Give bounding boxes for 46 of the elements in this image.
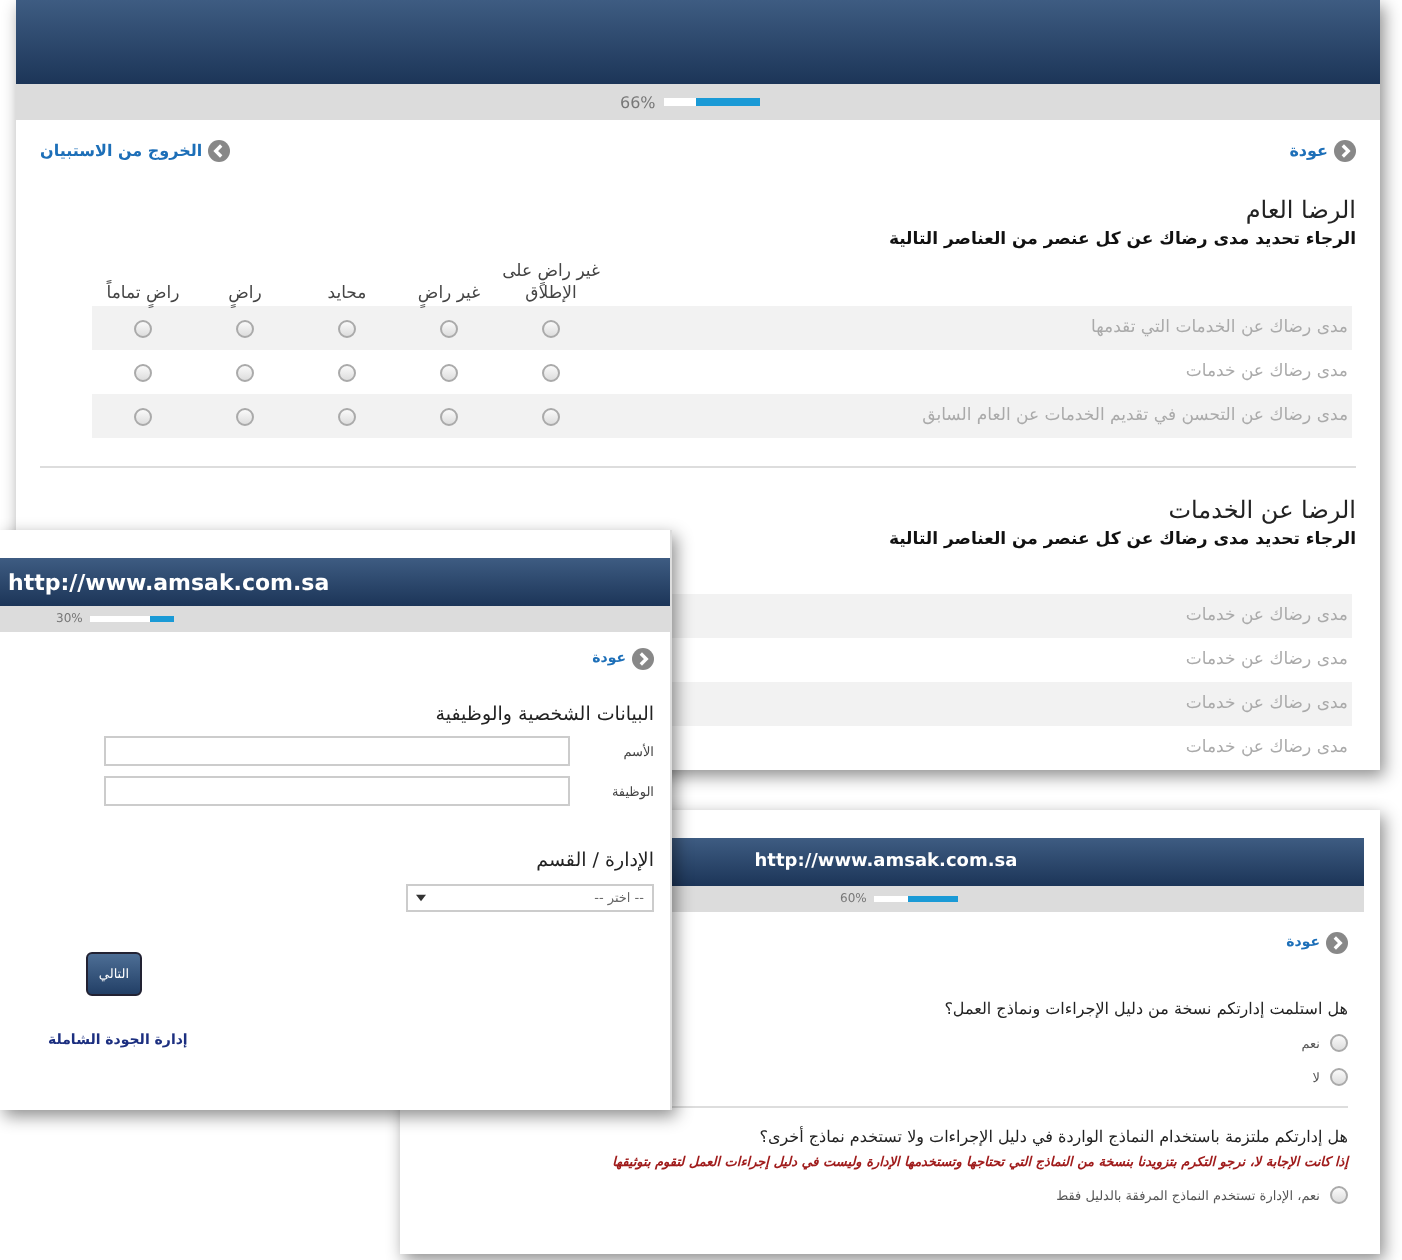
input-field[interactable] xyxy=(104,736,570,766)
radio-button[interactable] xyxy=(440,407,458,426)
section-title: الرضا العام xyxy=(1243,196,1356,224)
site-url: http://www.amsak.com.sa xyxy=(6,569,330,595)
question-label: مدى رضاك عن خدمات xyxy=(1185,650,1350,671)
column-header: غير راضٍ xyxy=(415,284,483,307)
question-label: مدى رضاك عن الخدمات التي تقدمها xyxy=(1091,318,1350,339)
radio-button[interactable] xyxy=(134,319,152,338)
radio-button[interactable] xyxy=(542,319,560,338)
progress-reading: 66% xyxy=(620,93,656,111)
input-field[interactable] xyxy=(104,776,570,806)
radio-button[interactable] xyxy=(1330,1034,1348,1052)
radio-button[interactable] xyxy=(440,319,458,338)
exit-survey-link[interactable]: الخروج من الاستبيان xyxy=(40,139,231,161)
radio-button[interactable] xyxy=(542,363,560,382)
caret-icon xyxy=(416,894,426,902)
site-url: http://www.amsak.com.sa xyxy=(752,852,1018,872)
question-label: مدى رضاك عن خدمات xyxy=(1185,738,1350,759)
column-header: راضٍ xyxy=(226,284,264,307)
section-title: الرضا عن الخدمات xyxy=(1166,496,1356,525)
radio-button[interactable] xyxy=(236,363,254,382)
radio-button[interactable] xyxy=(440,363,458,382)
radio-button[interactable] xyxy=(338,363,356,382)
column-header: غير راضٍ على الإطلاق xyxy=(500,262,602,307)
radio-button[interactable] xyxy=(542,407,560,426)
radio-button[interactable] xyxy=(338,319,356,338)
question-text: هل استلمت إدارتكم نسخة من دليل الإجراءات ونماذج العمل؟ xyxy=(942,1000,1348,1018)
instruction-text: الرجاء تحديد مدى رضاك عن كل عنصر من العناصر التالية xyxy=(886,530,1356,551)
form-title: البيانات الشخصية والوظيفية xyxy=(433,704,654,726)
back-link[interactable]: عودة xyxy=(1289,139,1356,161)
radio-button[interactable] xyxy=(1330,1068,1348,1086)
radio-button[interactable] xyxy=(236,407,254,426)
radio-button[interactable] xyxy=(134,407,152,426)
radio-button[interactable] xyxy=(1330,1186,1348,1204)
instruction-text: الرجاء تحديد مدى رضاك عن كل عنصر من العناصر التالية xyxy=(886,230,1356,250)
question-text: هل إدارتكم ملتزمة باستخدام النماذج الواردة في دليل الإجراءات ولا تستخدم نماذج أخرى؟ xyxy=(757,1128,1348,1146)
radio-button[interactable] xyxy=(134,363,152,382)
radio-button[interactable] xyxy=(236,319,254,338)
question-label: مدى رضاك عن التحسن في تقديم الخدمات عن العام السابق xyxy=(922,406,1350,427)
department-label: الإدارة / القسم xyxy=(534,850,654,872)
column-header: راضٍ تماماً xyxy=(104,284,182,307)
question-label: مدى رضاك عن خدمات xyxy=(1185,606,1350,627)
question-label: مدى رضاك عن خدمات xyxy=(1185,362,1350,383)
question-label: مدى رضاك عن خدمات xyxy=(1185,694,1350,715)
column-header: محايد xyxy=(325,284,369,307)
radio-button[interactable] xyxy=(338,407,356,426)
